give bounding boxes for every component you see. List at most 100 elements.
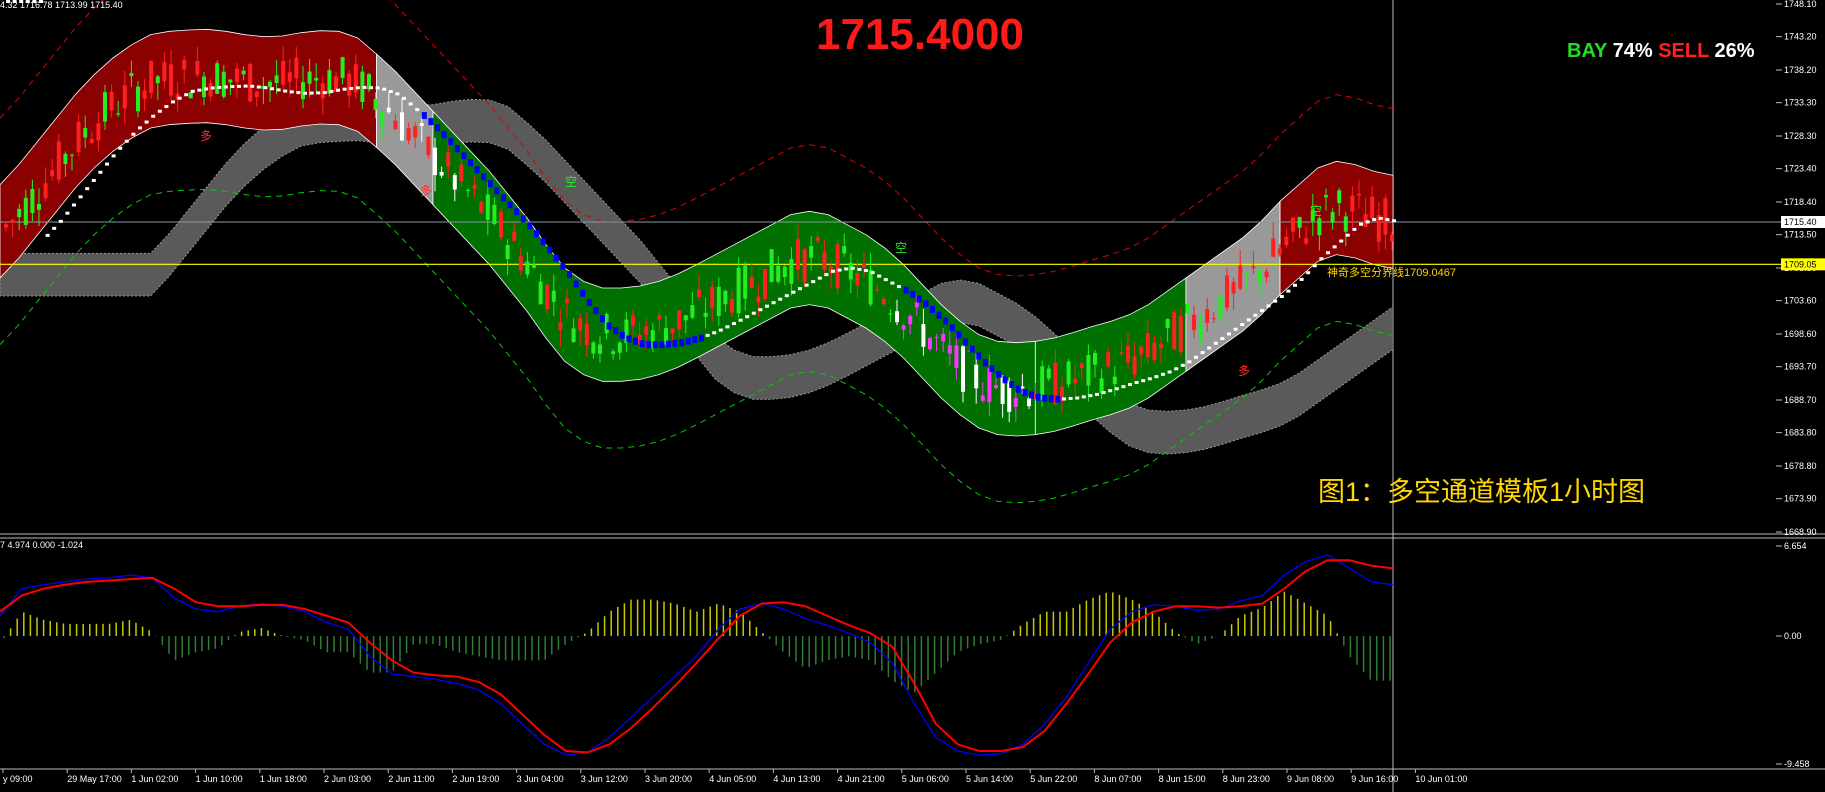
candle-body: [1357, 193, 1361, 196]
trail-marker: [989, 365, 995, 373]
candle-body: [215, 63, 220, 94]
trail-marker: [1345, 233, 1350, 237]
trail-marker: [718, 328, 723, 332]
candle-body: [763, 268, 767, 299]
trail-marker: [52, 226, 57, 230]
trail-marker: [738, 318, 743, 322]
signal-mark: 多: [200, 129, 212, 143]
trail-marker: [732, 322, 736, 326]
candle-body: [822, 252, 827, 270]
time-tick-label: 9 Jun 16:00: [1351, 774, 1398, 784]
trail-marker: [725, 325, 730, 329]
price-tick-label: 1723.40: [1784, 164, 1817, 174]
candle-body: [294, 57, 299, 79]
trail-marker: [1273, 299, 1278, 303]
current-price-tag-text: 1715.40: [1784, 217, 1817, 227]
trail-marker: [791, 290, 796, 294]
candle-body: [472, 184, 477, 189]
trail-marker: [672, 339, 678, 347]
time-tick-label: 4 Jun 13:00: [773, 774, 820, 784]
candle-body: [1165, 318, 1170, 329]
trail-marker: [435, 124, 440, 132]
trail-marker: [1042, 394, 1048, 402]
trail-marker: [1365, 220, 1370, 224]
candle-body: [749, 276, 754, 288]
trail-marker: [72, 203, 76, 207]
trail-marker: [560, 262, 566, 270]
trail-marker: [811, 280, 816, 284]
trail-marker: [567, 271, 572, 279]
trail-marker: [626, 335, 632, 343]
trail-marker: [633, 337, 638, 345]
candle-body: [103, 92, 107, 122]
trail-marker: [765, 304, 769, 308]
trail-marker: [1240, 323, 1245, 327]
candle-body: [631, 315, 635, 326]
trail-marker: [78, 195, 83, 199]
trail-marker: [1075, 396, 1080, 400]
candle-body: [776, 265, 781, 282]
trail-marker: [316, 91, 321, 95]
trail-marker: [1154, 375, 1159, 379]
candle-body: [188, 92, 193, 99]
trail-marker: [1055, 395, 1061, 403]
trail-marker: [692, 336, 698, 344]
trail-marker: [461, 152, 467, 160]
trail-marker: [336, 88, 340, 92]
bay-value: 74%: [1612, 40, 1653, 62]
trail-marker: [230, 85, 235, 89]
candle-body: [268, 81, 272, 87]
candle-body: [598, 344, 602, 354]
candle-body: [1304, 237, 1309, 244]
candle-body: [617, 342, 622, 353]
macd-readout: 7 4.974 0.000 -1.024: [0, 540, 84, 550]
candle-body: [551, 290, 556, 302]
price-tick-label: 1678.80: [1784, 461, 1817, 471]
candle-body: [70, 154, 74, 156]
trail-marker: [1299, 277, 1304, 281]
trail-marker: [527, 222, 533, 230]
trail-marker: [65, 211, 70, 215]
trail-marker: [923, 300, 929, 308]
trail-marker: [1352, 227, 1357, 231]
trail-marker: [963, 338, 968, 346]
trail-marker: [1306, 271, 1311, 275]
trail-marker: [111, 154, 116, 158]
trail-marker: [1286, 289, 1291, 293]
trail-marker: [1048, 395, 1054, 403]
candle-body: [499, 211, 503, 238]
time-tick-label: 5 Jun 06:00: [902, 774, 949, 784]
candle-body: [928, 338, 932, 350]
candle-body: [683, 315, 688, 321]
trail-marker: [996, 370, 1001, 378]
candle-body: [76, 122, 81, 153]
trail-marker: [204, 87, 208, 91]
trail-marker: [758, 308, 763, 312]
trail-marker: [831, 269, 835, 273]
price-tick-label: 1698.60: [1784, 329, 1817, 339]
price-tick-label: 1673.90: [1784, 494, 1817, 504]
trail-marker: [441, 131, 447, 139]
candle-body: [479, 201, 484, 213]
candle-body: [842, 246, 847, 254]
candle-body: [591, 342, 596, 354]
trail-marker: [243, 84, 248, 88]
trail-marker: [1015, 385, 1021, 393]
trail-marker: [1134, 381, 1139, 385]
trail-marker: [481, 173, 487, 181]
candle-body: [1020, 386, 1025, 389]
trail-marker: [870, 271, 875, 275]
candle-body: [459, 164, 464, 181]
trail-marker: [118, 146, 123, 150]
trail-marker: [474, 166, 480, 174]
candle-body: [50, 170, 55, 177]
candle-body: [809, 245, 814, 258]
candle-body: [1284, 236, 1289, 246]
candle-body: [1119, 352, 1124, 354]
trail-marker: [943, 317, 949, 325]
trail-marker: [877, 274, 882, 278]
signal-mark: 空: [565, 175, 577, 189]
time-tick-label: 5 Jun 22:00: [1030, 774, 1077, 784]
candle-body: [1390, 234, 1394, 242]
candle-body: [545, 284, 550, 310]
